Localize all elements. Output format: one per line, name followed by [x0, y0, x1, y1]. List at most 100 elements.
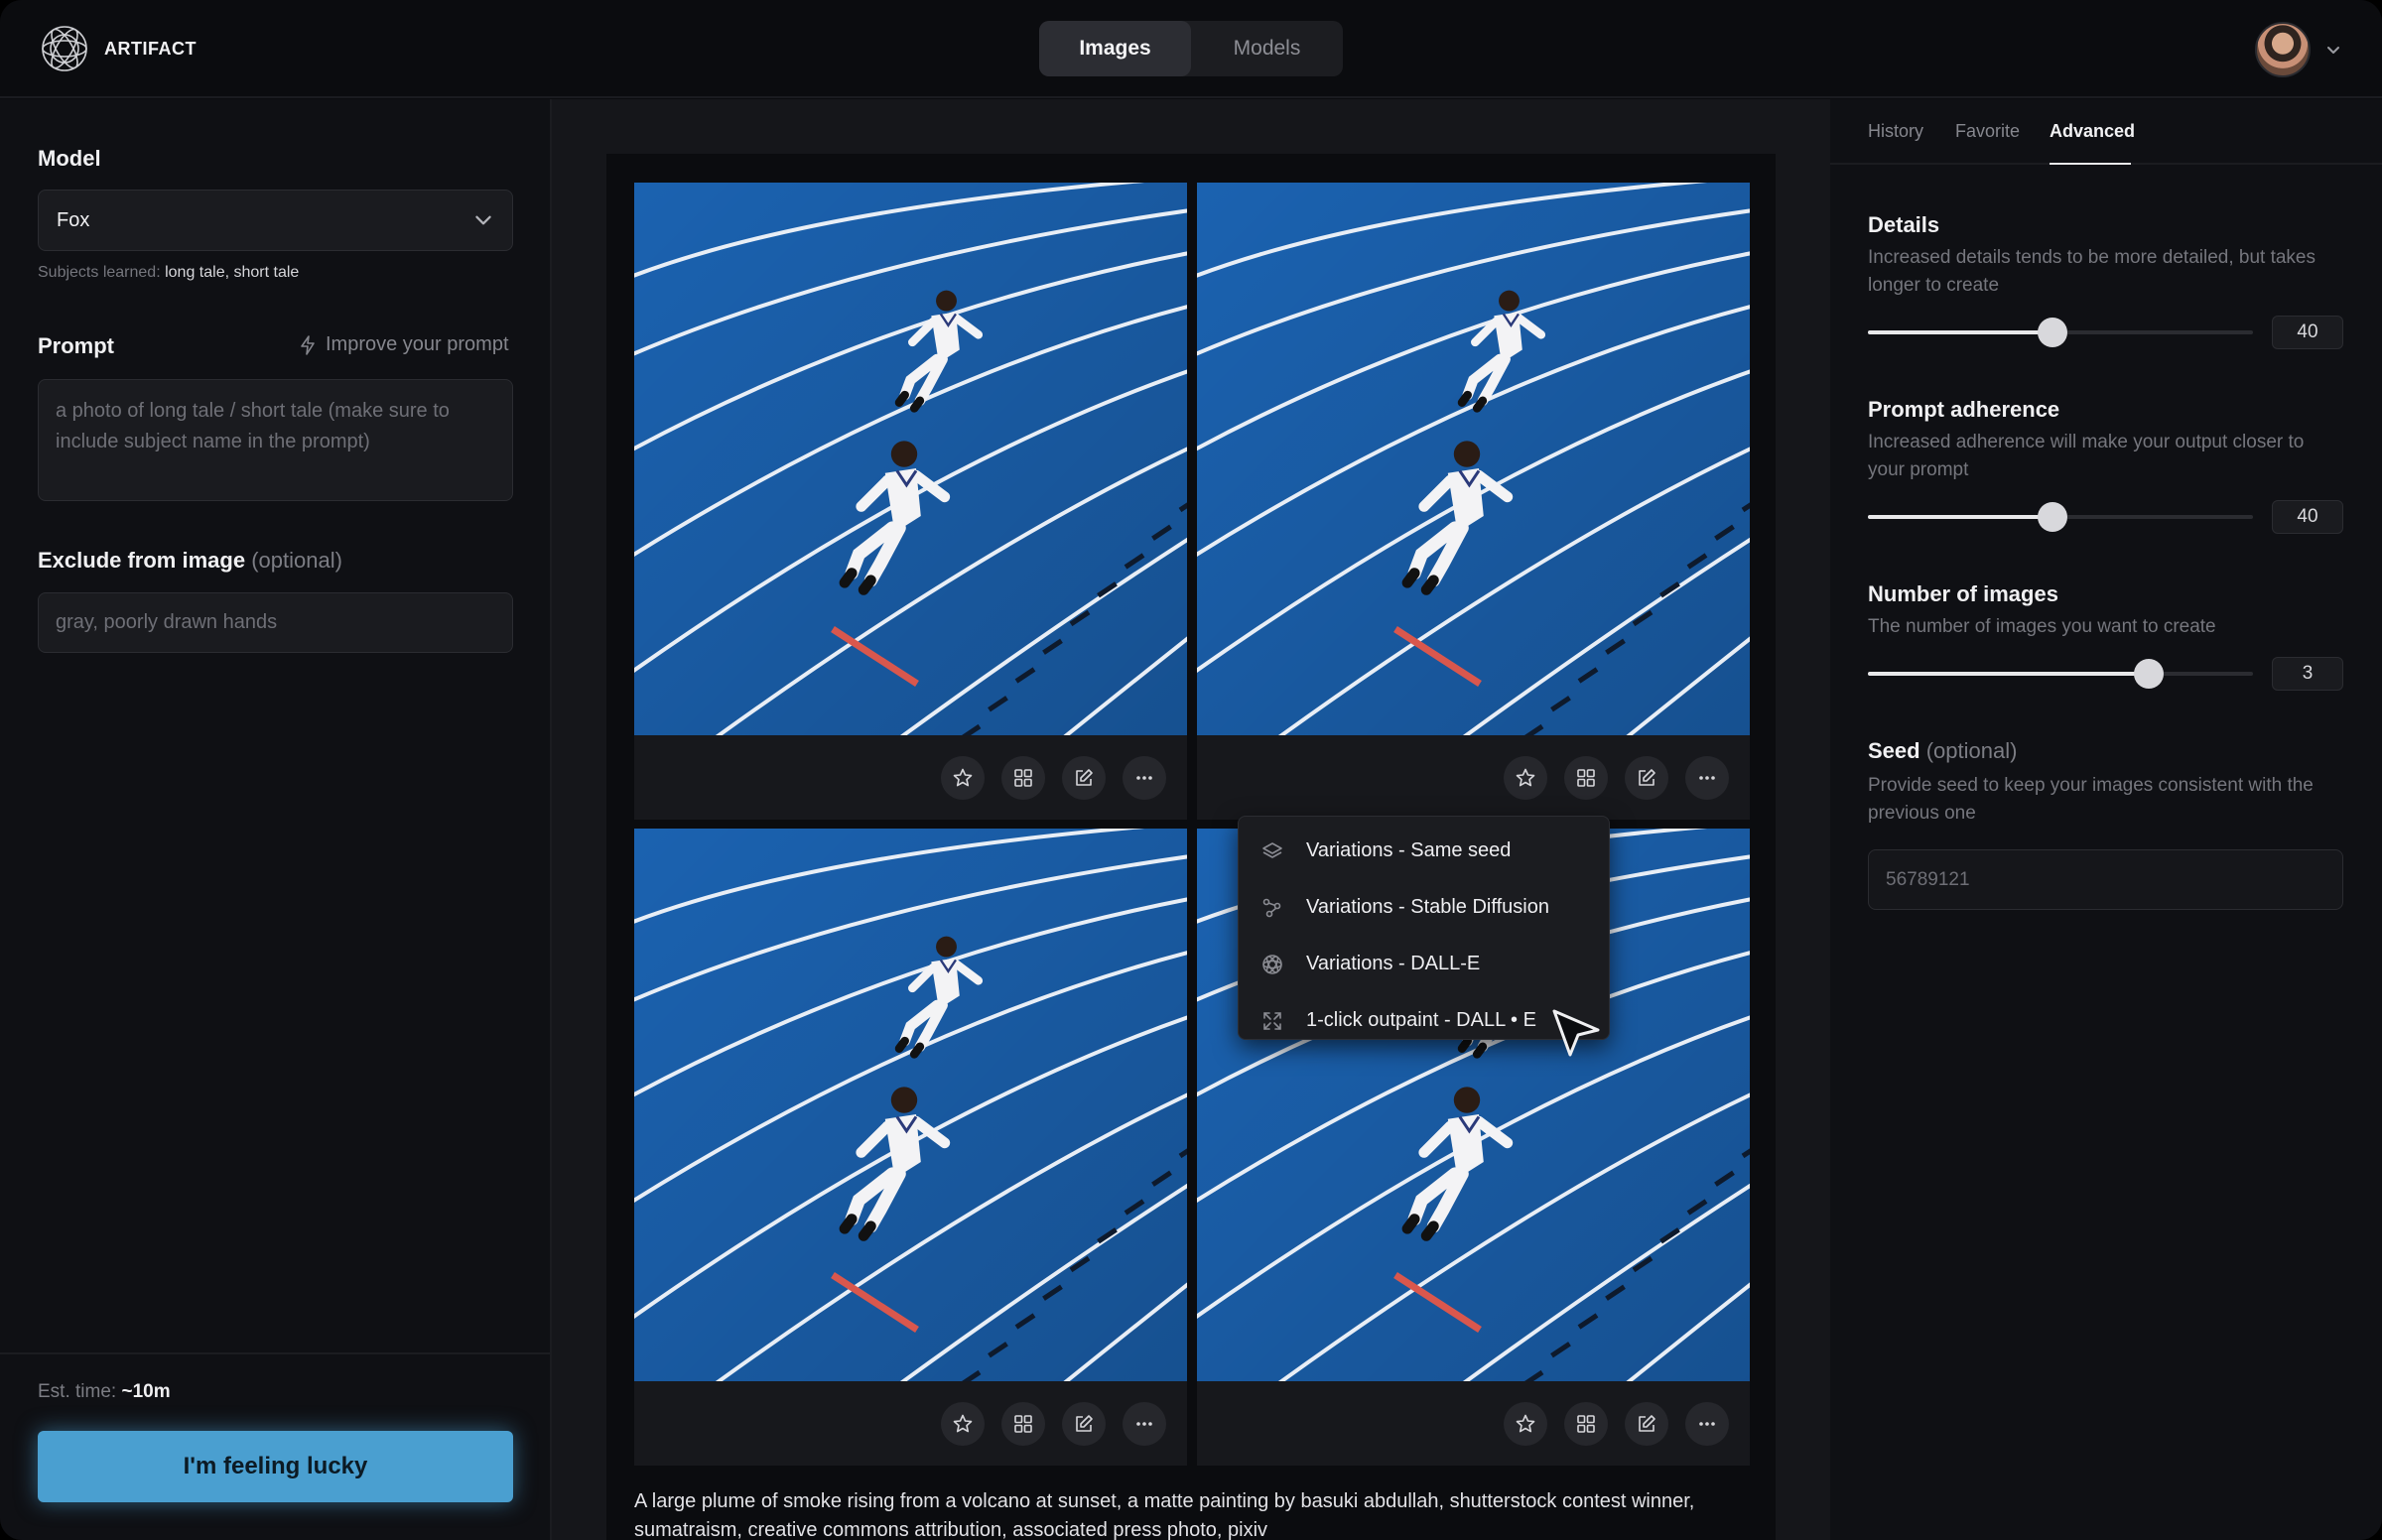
sidebar-footer: Est. time: ~10m I'm feeling lucky	[0, 1352, 550, 1540]
track-photo	[634, 183, 1187, 735]
image-actions	[1197, 1381, 1750, 1466]
num-images-slider[interactable]	[1868, 659, 2253, 689]
num-images-description: The number of images you want to create	[1868, 616, 2216, 637]
edit-button[interactable]	[1625, 756, 1668, 800]
top-bar: ARTIFACT Images Models	[0, 0, 2382, 98]
prompt-caption: A large plume of smoke rising from a vol…	[634, 1490, 1695, 1540]
grid-button[interactable]	[1564, 1402, 1608, 1446]
main-area: A large plume of smoke rising from a vol…	[552, 99, 1830, 1540]
layers-icon	[1262, 841, 1282, 858]
menu-item-label: Variations - DALL-E	[1306, 953, 1481, 974]
star-button[interactable]	[941, 756, 985, 800]
details-label: Details	[1868, 212, 1940, 237]
grid-icon	[1014, 769, 1032, 787]
slider-handle[interactable]	[2038, 318, 2068, 347]
prompt-textarea[interactable]: a photo of long tale / short tale (make …	[38, 379, 513, 501]
expand-icon	[1263, 1011, 1281, 1030]
more-button[interactable]	[1123, 1402, 1166, 1446]
adherence-description: Increased adherence will make your outpu…	[1868, 432, 2305, 480]
openai-icon	[1262, 954, 1282, 974]
generated-image[interactable]	[634, 183, 1187, 735]
edit-button[interactable]	[1062, 1402, 1106, 1446]
grid-icon	[1577, 1415, 1595, 1433]
improve-prompt-button[interactable]: Improve your prompt	[298, 333, 509, 356]
subjects-prefix: Subjects learned:	[38, 264, 161, 281]
image-actions	[1197, 735, 1750, 820]
slider-handle[interactable]	[2134, 659, 2165, 689]
tab-images[interactable]: Images	[1039, 21, 1191, 76]
adherence-slider[interactable]	[1868, 502, 2253, 532]
app-window: ARTIFACT Images Models Model Fox Subject…	[0, 0, 2382, 1540]
model-select[interactable]: Fox	[38, 190, 513, 251]
more-button[interactable]	[1685, 756, 1729, 800]
edit-icon	[1639, 769, 1655, 786]
variations-menu: Variations - Same seed Variations - Stab…	[1238, 816, 1610, 1040]
exclude-label-text: Exclude from image	[38, 548, 246, 573]
edit-button[interactable]	[1062, 756, 1106, 800]
artifact-logo-icon[interactable]	[40, 24, 89, 73]
right-panel: History Favorite Advanced Details Increa…	[1830, 99, 2382, 1540]
grid-button[interactable]	[1564, 756, 1608, 800]
seed-input[interactable]: 56789121	[1868, 849, 2343, 910]
star-button[interactable]	[1504, 1402, 1547, 1446]
active-tab-indicator	[2050, 163, 2131, 165]
tab-advanced[interactable]: Advanced	[2050, 121, 2135, 142]
lightning-icon	[301, 334, 315, 355]
more-button[interactable]	[1123, 756, 1166, 800]
image-actions	[634, 735, 1187, 820]
generated-image[interactable]	[634, 829, 1187, 1381]
tab-favorite[interactable]: Favorite	[1955, 121, 2020, 142]
menu-item-same-seed[interactable]: Variations - Same seed	[1239, 823, 1609, 879]
grid-button[interactable]	[1001, 756, 1045, 800]
menu-item-label: Variations - Stable Diffusion	[1306, 896, 1549, 918]
feeling-lucky-button[interactable]: I'm feeling lucky	[38, 1431, 513, 1502]
details-value[interactable]: 40	[2272, 316, 2343, 349]
menu-item-dall-e[interactable]: Variations - DALL-E	[1239, 936, 1609, 992]
improve-prompt-label: Improve your prompt	[326, 333, 509, 355]
avatar[interactable]	[2255, 22, 2311, 77]
subjects-learned: Subjects learned: long tale, short tale	[38, 264, 299, 282]
seed-label: Seed (optional)	[1868, 738, 2017, 764]
subjects-value: long tale, short tale	[165, 264, 300, 281]
more-button[interactable]	[1685, 1402, 1729, 1446]
more-icon	[1136, 776, 1152, 780]
grid-button[interactable]	[1001, 1402, 1045, 1446]
details-slider[interactable]	[1868, 318, 2253, 347]
edit-icon	[1076, 1415, 1093, 1432]
menu-item-label: Variations - Same seed	[1306, 839, 1512, 861]
exclude-optional: (optional)	[251, 548, 342, 573]
est-prefix: Est. time:	[38, 1381, 117, 1402]
tab-models[interactable]: Models	[1191, 21, 1343, 76]
more-icon	[1136, 1422, 1152, 1426]
grid-icon	[1014, 1415, 1032, 1433]
model-value: Fox	[57, 208, 90, 231]
left-sidebar: Model Fox Subjects learned: long tale, s…	[0, 99, 552, 1540]
menu-item-stable-diffusion[interactable]: Variations - Stable Diffusion	[1239, 879, 1609, 936]
details-description: Increased details tends to be more detai…	[1868, 247, 2316, 296]
star-icon	[1516, 768, 1535, 787]
nodes-icon	[1262, 898, 1281, 917]
edit-button[interactable]	[1625, 1402, 1668, 1446]
more-icon	[1699, 1422, 1715, 1426]
star-button[interactable]	[941, 1402, 985, 1446]
seed-label-text: Seed	[1868, 738, 1920, 763]
seed-description: Provide seed to keep your images consist…	[1868, 775, 2314, 824]
star-icon	[953, 768, 973, 787]
star-icon	[953, 1414, 973, 1433]
mouse-cursor-icon	[1552, 1009, 1600, 1057]
slider-fill	[1868, 330, 2053, 334]
generated-image[interactable]	[1197, 183, 1750, 735]
star-icon	[1516, 1414, 1535, 1433]
adherence-value[interactable]: 40	[2272, 500, 2343, 534]
view-switcher: Images Models	[1039, 21, 1343, 76]
star-button[interactable]	[1504, 756, 1547, 800]
chevron-down-icon	[475, 215, 491, 225]
slider-handle[interactable]	[2038, 502, 2068, 532]
est-value: ~10m	[121, 1381, 171, 1402]
num-images-value[interactable]: 3	[2272, 657, 2343, 691]
model-label: Model	[38, 146, 101, 171]
exclude-input[interactable]: gray, poorly drawn hands	[38, 592, 513, 653]
chevron-down-icon[interactable]	[2323, 40, 2343, 60]
tab-history[interactable]: History	[1868, 121, 1923, 142]
adherence-label: Prompt adherence	[1868, 397, 2060, 422]
